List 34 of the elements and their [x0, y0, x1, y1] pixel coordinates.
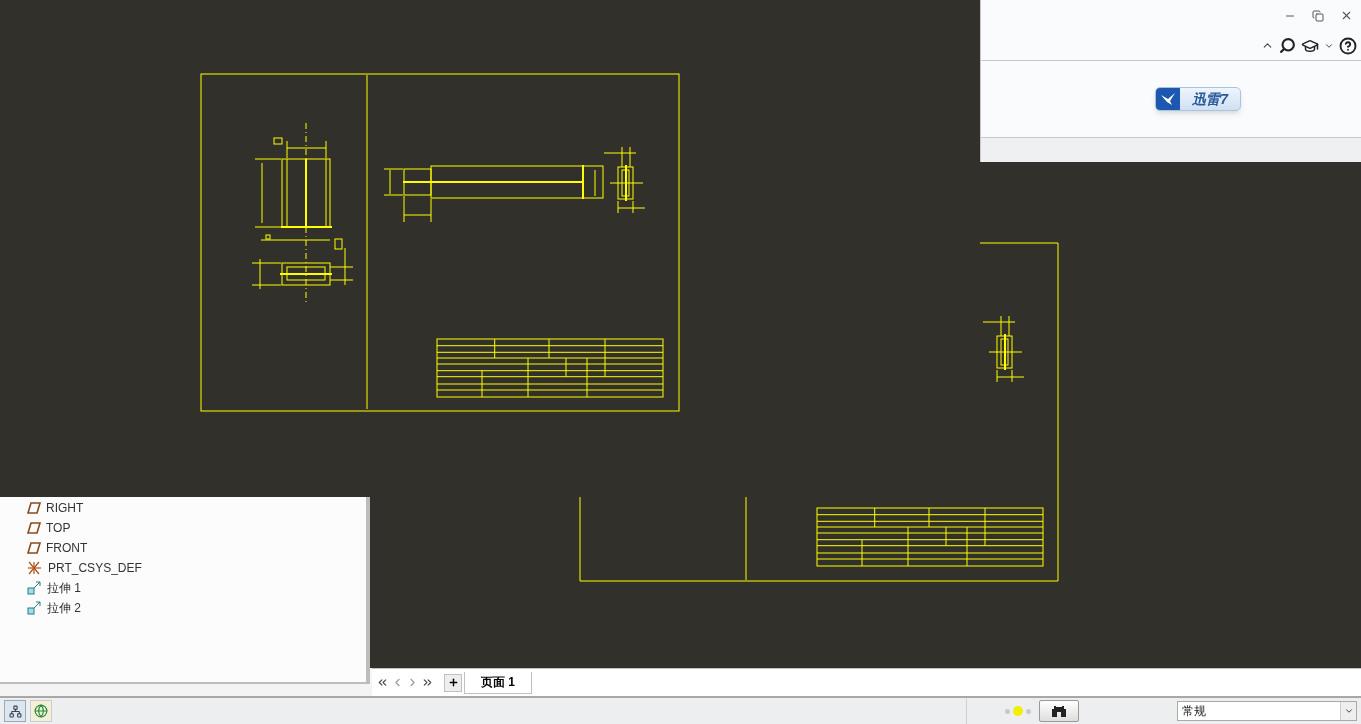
datum-plane-icon [27, 502, 41, 514]
extrude-icon [27, 601, 42, 615]
tree-item[interactable]: 拉伸 2 [27, 598, 366, 618]
globe-icon [34, 704, 48, 718]
launcher-button[interactable]: 迅雷7 [1155, 87, 1241, 111]
model-tree-toggle[interactable] [4, 700, 26, 722]
sheet-tab[interactable]: 页面 1 [464, 671, 532, 694]
filter-dropdown[interactable]: 常规 [1177, 701, 1357, 721]
add-icon [447, 677, 459, 688]
end-view-drawing [603, 146, 646, 214]
restore-icon[interactable] [1312, 9, 1324, 22]
end-view-drawing [982, 315, 1025, 383]
coordinate-system-icon [27, 561, 43, 575]
tree-structure-icon [8, 704, 22, 718]
tree-item[interactable]: 拉伸 1 [27, 578, 366, 598]
first-sheet-icon[interactable] [376, 676, 389, 689]
bird-icon [1160, 92, 1177, 106]
datum-plane-icon [27, 522, 41, 534]
browser-toggle[interactable] [30, 700, 52, 722]
add-sheet-button[interactable] [444, 673, 462, 692]
tree-item[interactable]: PRT_CSYS_DEF [27, 558, 366, 578]
tree-item[interactable]: TOP [27, 518, 366, 538]
find-button[interactable] [1039, 700, 1079, 722]
tree-item[interactable]: RIGHT [27, 498, 366, 518]
search-icon[interactable] [1279, 37, 1296, 54]
help-icon[interactable] [1339, 36, 1357, 55]
datum-plane-icon [27, 542, 41, 554]
tree-item[interactable]: FRONT [27, 538, 366, 558]
close-icon[interactable] [1340, 9, 1353, 22]
dropdown-caret-icon [1343, 706, 1354, 716]
binoculars-icon [1051, 704, 1067, 718]
last-sheet-icon[interactable] [421, 676, 434, 689]
extrude-icon [27, 581, 42, 595]
status-light-icon [1013, 706, 1023, 716]
